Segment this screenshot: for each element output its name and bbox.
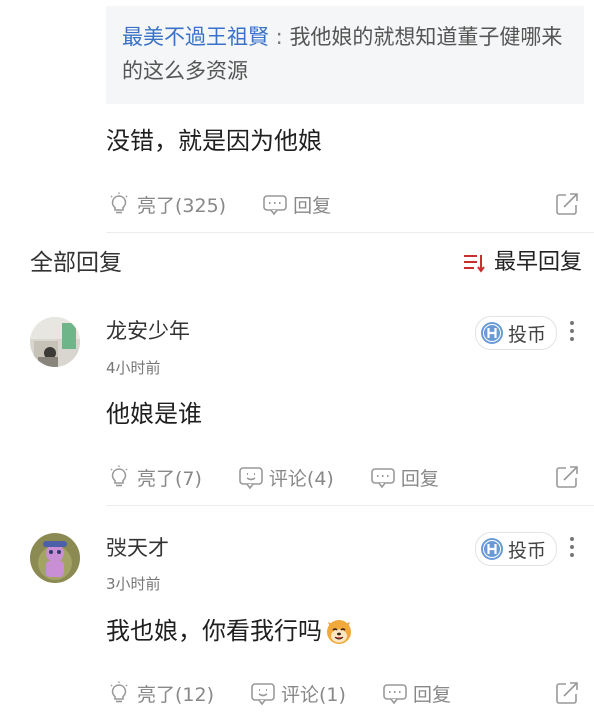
reply-button[interactable]: 回复: [370, 464, 439, 491]
divider: [106, 505, 594, 506]
avatar[interactable]: [30, 533, 80, 583]
like-button[interactable]: 亮了(7): [106, 464, 202, 491]
like-button[interactable]: 亮了(12): [106, 680, 214, 707]
chat-bubble-icon: [263, 195, 287, 216]
sort-icon: [463, 255, 485, 273]
reply-action-row: 亮了(7) 评论(4) 回复: [106, 461, 475, 493]
quote-separator: :: [269, 25, 290, 49]
reply-label: 回复: [400, 467, 439, 490]
reply-action-row: 亮了(12) 评论(1) 回复: [106, 677, 487, 709]
like-button[interactable]: 亮了(325): [106, 191, 226, 218]
reply-button[interactable]: 回复: [262, 191, 331, 218]
avatar-image: [30, 533, 80, 583]
avatar[interactable]: [30, 317, 80, 367]
sort-label: 最早回复: [493, 250, 582, 275]
share-icon[interactable]: [554, 191, 580, 217]
coin-label: 投币: [508, 539, 547, 562]
reply-username[interactable]: 龙安少年: [106, 316, 190, 346]
chat-bubble-icon: [371, 468, 395, 489]
reply-text: 我也娘，你看我行吗: [106, 617, 322, 645]
coin-button[interactable]: 投币: [475, 532, 558, 566]
comment-count: 评论(1): [281, 683, 346, 706]
sort-button[interactable]: 最早回复: [462, 246, 582, 280]
coin-label: 投币: [508, 323, 547, 346]
coin-button[interactable]: 投币: [475, 316, 558, 350]
comment-icon: [251, 683, 275, 706]
reply-username[interactable]: 弢天才: [106, 533, 169, 563]
divider: [106, 232, 594, 233]
share-icon[interactable]: [554, 464, 580, 490]
coin-icon: [481, 322, 503, 344]
post-action-row: 亮了(325) 回复: [106, 188, 367, 220]
comment-button[interactable]: 评论(4): [238, 464, 334, 491]
all-replies-heading: 全部回复: [30, 250, 122, 276]
comment-button[interactable]: 评论(1): [250, 680, 346, 707]
more-icon[interactable]: [564, 318, 580, 346]
lightbulb-icon: [110, 681, 128, 703]
dog-emoji: [327, 620, 351, 644]
comment-count: 评论(4): [268, 467, 334, 490]
like-count: 亮了(325): [137, 194, 227, 217]
like-count: 亮了(7): [137, 467, 202, 490]
reply-button[interactable]: 回复: [382, 680, 451, 707]
reply-text-row: 我也娘，你看我行吗: [106, 614, 354, 648]
comment-icon: [239, 467, 263, 490]
reply-time: 4小时前: [106, 359, 161, 377]
quoted-author-link[interactable]: 最美不過王祖賢: [122, 25, 269, 49]
coin-icon: [481, 538, 503, 560]
share-icon[interactable]: [554, 680, 580, 706]
quoted-reply[interactable]: 最美不過王祖賢 : 我他娘的就想知道董子健哪来的这么多资源: [106, 6, 584, 104]
reply-label: 回复: [412, 683, 451, 706]
chat-bubble-icon: [383, 684, 407, 705]
lightbulb-icon: [110, 465, 128, 487]
lightbulb-icon: [110, 192, 128, 214]
reply-time: 3小时前: [106, 575, 161, 593]
reply-label: 回复: [293, 194, 332, 217]
like-count: 亮了(12): [137, 683, 215, 706]
more-icon[interactable]: [564, 534, 580, 562]
avatar-image: [30, 317, 80, 367]
reply-text: 他娘是谁: [106, 400, 202, 428]
post-text: 没错，就是因为他娘: [106, 127, 322, 155]
